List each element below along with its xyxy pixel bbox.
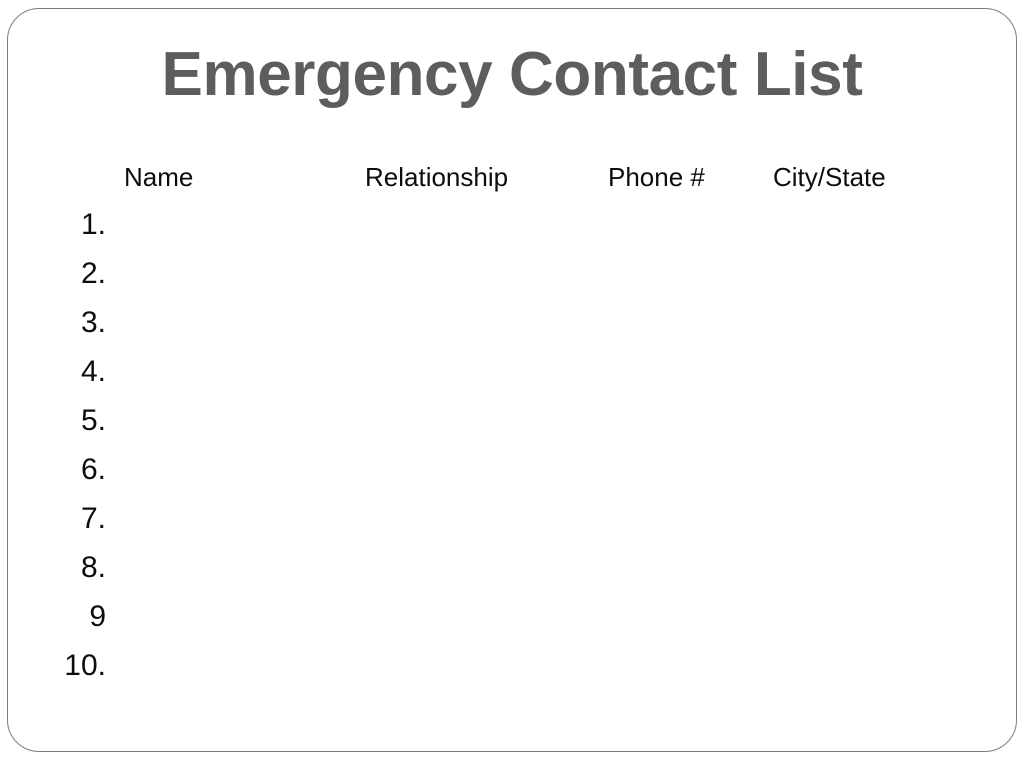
row-field-phone[interactable] [608, 255, 768, 304]
row-field-phone[interactable] [608, 647, 768, 696]
row-field-relationship[interactable] [365, 255, 603, 304]
row-field-relationship[interactable] [365, 353, 603, 402]
row-field-name[interactable] [124, 451, 359, 500]
row-field-citystate[interactable] [773, 255, 963, 304]
row-field-name[interactable] [124, 255, 359, 304]
row-field-name[interactable] [124, 598, 359, 647]
column-header-citystate: City/State [773, 162, 886, 192]
row-number: 8. [80, 551, 106, 584]
row-field-relationship[interactable] [365, 206, 603, 255]
row-field-phone[interactable] [608, 353, 768, 402]
row-number: 4. [80, 355, 106, 388]
row-number: 1. [80, 208, 106, 241]
table-row: 5. [0, 402, 1024, 451]
row-field-name[interactable] [124, 549, 359, 598]
row-field-citystate[interactable] [773, 402, 963, 451]
row-field-name[interactable] [124, 206, 359, 255]
row-field-relationship[interactable] [365, 500, 603, 549]
column-header-phone: Phone # [608, 162, 705, 192]
row-field-relationship[interactable] [365, 402, 603, 451]
row-number: 3. [80, 306, 106, 339]
row-field-name[interactable] [124, 402, 359, 451]
row-number: 5. [80, 404, 106, 437]
row-field-name[interactable] [124, 353, 359, 402]
table-row: 9 [0, 598, 1024, 647]
table-row: 1. [0, 206, 1024, 255]
row-field-name[interactable] [124, 304, 359, 353]
row-field-phone[interactable] [608, 549, 768, 598]
row-number: 7. [80, 502, 106, 535]
row-number: 2. [80, 257, 106, 290]
row-field-relationship[interactable] [365, 451, 603, 500]
table-row: 6. [0, 451, 1024, 500]
row-field-phone[interactable] [608, 304, 768, 353]
row-field-relationship[interactable] [365, 647, 603, 696]
row-field-phone[interactable] [608, 598, 768, 647]
row-field-citystate[interactable] [773, 598, 963, 647]
row-field-phone[interactable] [608, 500, 768, 549]
row-field-citystate[interactable] [773, 647, 963, 696]
table-row: 3. [0, 304, 1024, 353]
row-field-name[interactable] [124, 647, 359, 696]
page-title: Emergency Contact List [161, 40, 863, 109]
column-header-name: Name [124, 162, 194, 192]
row-field-name[interactable] [124, 500, 359, 549]
column-header-relationship: Relationship [365, 162, 509, 192]
row-field-citystate[interactable] [773, 353, 963, 402]
row-field-phone[interactable] [608, 206, 768, 255]
row-field-citystate[interactable] [773, 451, 963, 500]
slide-canvas: Emergency Contact List Name Relationship… [0, 0, 1024, 768]
row-field-citystate[interactable] [773, 206, 963, 255]
row-field-relationship[interactable] [365, 598, 603, 647]
row-field-relationship[interactable] [365, 304, 603, 353]
row-field-citystate[interactable] [773, 549, 963, 598]
row-field-citystate[interactable] [773, 304, 963, 353]
table-row: 8. [0, 549, 1024, 598]
row-number: 10. [64, 649, 106, 682]
table-header-row: Name Relationship Phone # City/State [0, 160, 1024, 194]
table-row: 2. [0, 255, 1024, 304]
table-row: 10. [0, 647, 1024, 696]
table-row: 7. [0, 500, 1024, 549]
table-row: 4. [0, 353, 1024, 402]
contact-list: 1. 2. 3. 4. 5. 6. 7. 8. 9 10. [0, 206, 1024, 696]
row-number: 6. [80, 453, 106, 486]
row-number: 9 [89, 600, 106, 633]
row-field-relationship[interactable] [365, 549, 603, 598]
row-field-phone[interactable] [608, 402, 768, 451]
row-field-citystate[interactable] [773, 500, 963, 549]
row-field-phone[interactable] [608, 451, 768, 500]
